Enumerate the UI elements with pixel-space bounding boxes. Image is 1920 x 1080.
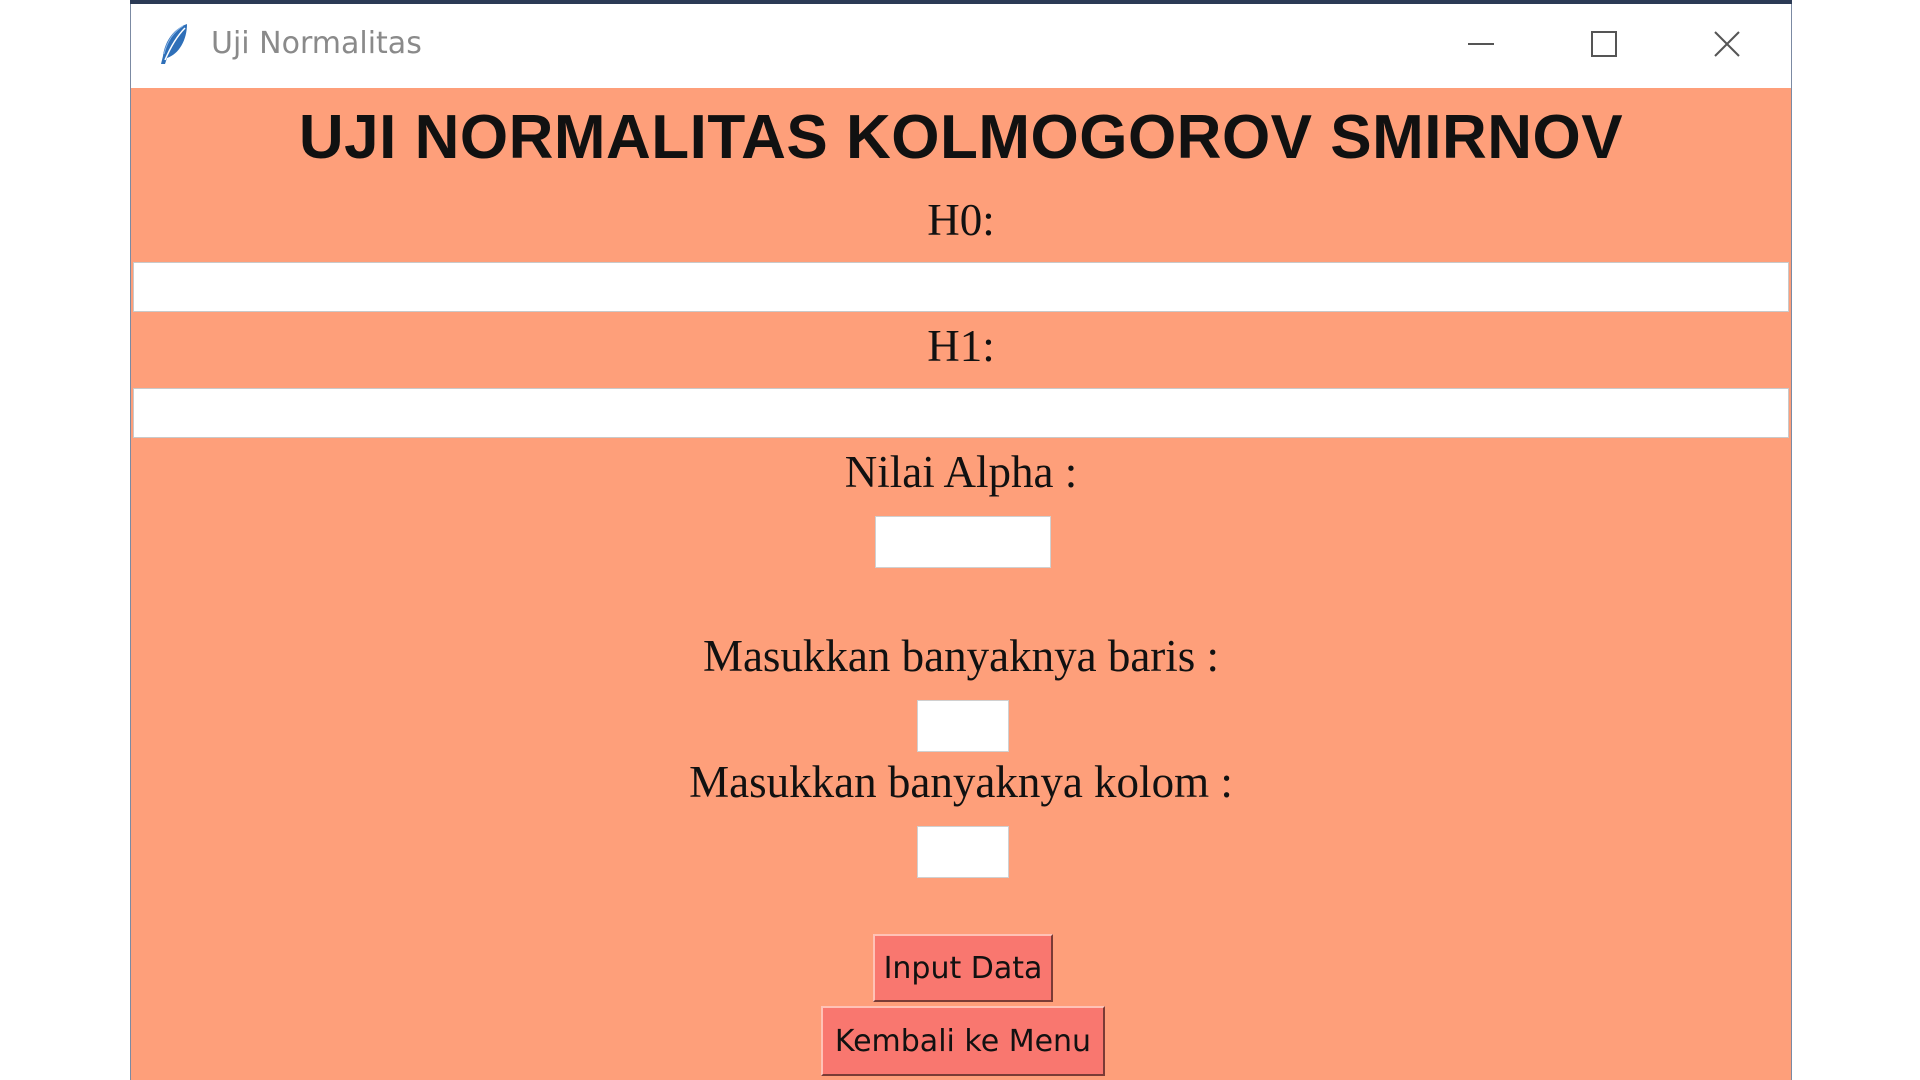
maximize-icon [1589, 29, 1619, 63]
h0-field[interactable] [133, 262, 1789, 312]
cols-field[interactable] [917, 826, 1009, 878]
minimize-icon [1466, 29, 1496, 63]
input-data-button[interactable]: Input Data [873, 934, 1053, 1002]
screen: Uji Normalitas UJI NORMALITAS KOLMOGOROV… [0, 0, 1920, 1080]
page-title: UJI NORMALITAS KOLMOGOROV SMIRNOV [298, 103, 1624, 172]
feather-icon [157, 22, 193, 66]
window-title: Uji Normalitas [211, 26, 422, 61]
h1-label: H1: [927, 321, 995, 371]
maximize-button[interactable] [1544, 4, 1664, 88]
close-button[interactable] [1667, 4, 1787, 88]
close-icon [1712, 29, 1742, 63]
alpha-label: Nilai Alpha : [844, 447, 1078, 497]
rows-field[interactable] [917, 700, 1009, 752]
title-bar[interactable]: Uji Normalitas [131, 4, 1791, 88]
cols-label: Masukkan banyaknya kolom : [689, 757, 1233, 807]
alpha-field[interactable] [875, 516, 1051, 568]
minimize-button[interactable] [1421, 4, 1541, 88]
h1-field[interactable] [133, 388, 1789, 438]
form-panel: UJI NORMALITAS KOLMOGOROV SMIRNOV H0: H1… [131, 88, 1791, 1080]
back-to-menu-button[interactable]: Kembali ke Menu [821, 1006, 1105, 1076]
app-window: Uji Normalitas UJI NORMALITAS KOLMOGOROV… [130, 4, 1792, 1080]
rows-label: Masukkan banyaknya baris : [702, 631, 1220, 681]
h0-label: H0: [927, 195, 995, 245]
